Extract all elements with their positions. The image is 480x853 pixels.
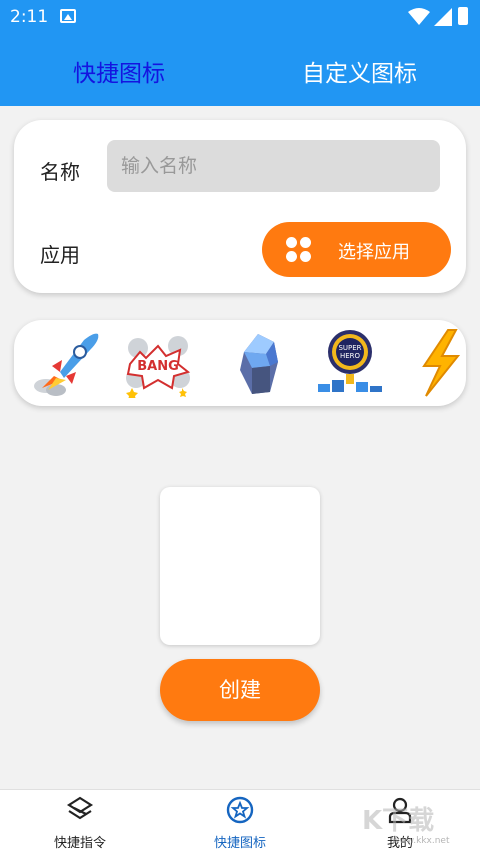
nav-shortcuts[interactable]: 快捷指令 <box>20 790 140 853</box>
lightning-icon[interactable] <box>408 328 466 398</box>
choose-app-label: 选择应用 <box>338 242 410 263</box>
status-time: 2:11 <box>10 7 49 27</box>
tab-custom-icons[interactable]: 自定义图标 <box>302 54 417 88</box>
icon-preview <box>160 487 320 645</box>
svg-text:BANG: BANG <box>137 359 179 374</box>
shortcut-form-card: 名称 应用 选择应用 <box>14 120 466 293</box>
shortcut-icon <box>66 796 94 820</box>
status-bar: 2:11 <box>0 0 480 36</box>
svg-text:SUPER: SUPER <box>338 344 361 352</box>
apps-grid-icon <box>286 237 312 263</box>
watermark-url: www.kkx.net <box>392 836 450 846</box>
bang-icon[interactable]: BANG <box>122 328 194 398</box>
choose-app-button[interactable]: 选择应用 <box>262 222 451 277</box>
name-label: 名称 <box>40 160 80 184</box>
crystal-icon[interactable] <box>222 328 294 398</box>
app-bar: 快捷图标 自定义图标 <box>0 36 480 106</box>
app-label: 应用 <box>40 243 80 267</box>
battery-icon <box>458 7 468 25</box>
signal-icon <box>434 8 452 26</box>
super-hero-icon[interactable]: SUPER HERO <box>314 328 386 398</box>
rocket-icon[interactable] <box>32 328 104 398</box>
icon-options-strip[interactable]: BANG SUPER HERO <box>14 320 466 406</box>
star-circle-icon <box>226 796 254 824</box>
nav-shortcuts-label: 快捷指令 <box>53 836 106 851</box>
svg-text:HERO: HERO <box>340 352 361 360</box>
nav-quick-icons[interactable]: 快捷图标 <box>180 790 300 853</box>
image-notification-icon <box>60 9 76 23</box>
create-button[interactable]: 创建 <box>160 659 320 721</box>
name-input[interactable] <box>107 140 440 192</box>
watermark: K下载 <box>362 806 435 836</box>
nav-quick-icons-label: 快捷图标 <box>213 836 266 851</box>
tab-quick-icons[interactable]: 快捷图标 <box>73 54 165 88</box>
wifi-icon <box>408 8 430 25</box>
